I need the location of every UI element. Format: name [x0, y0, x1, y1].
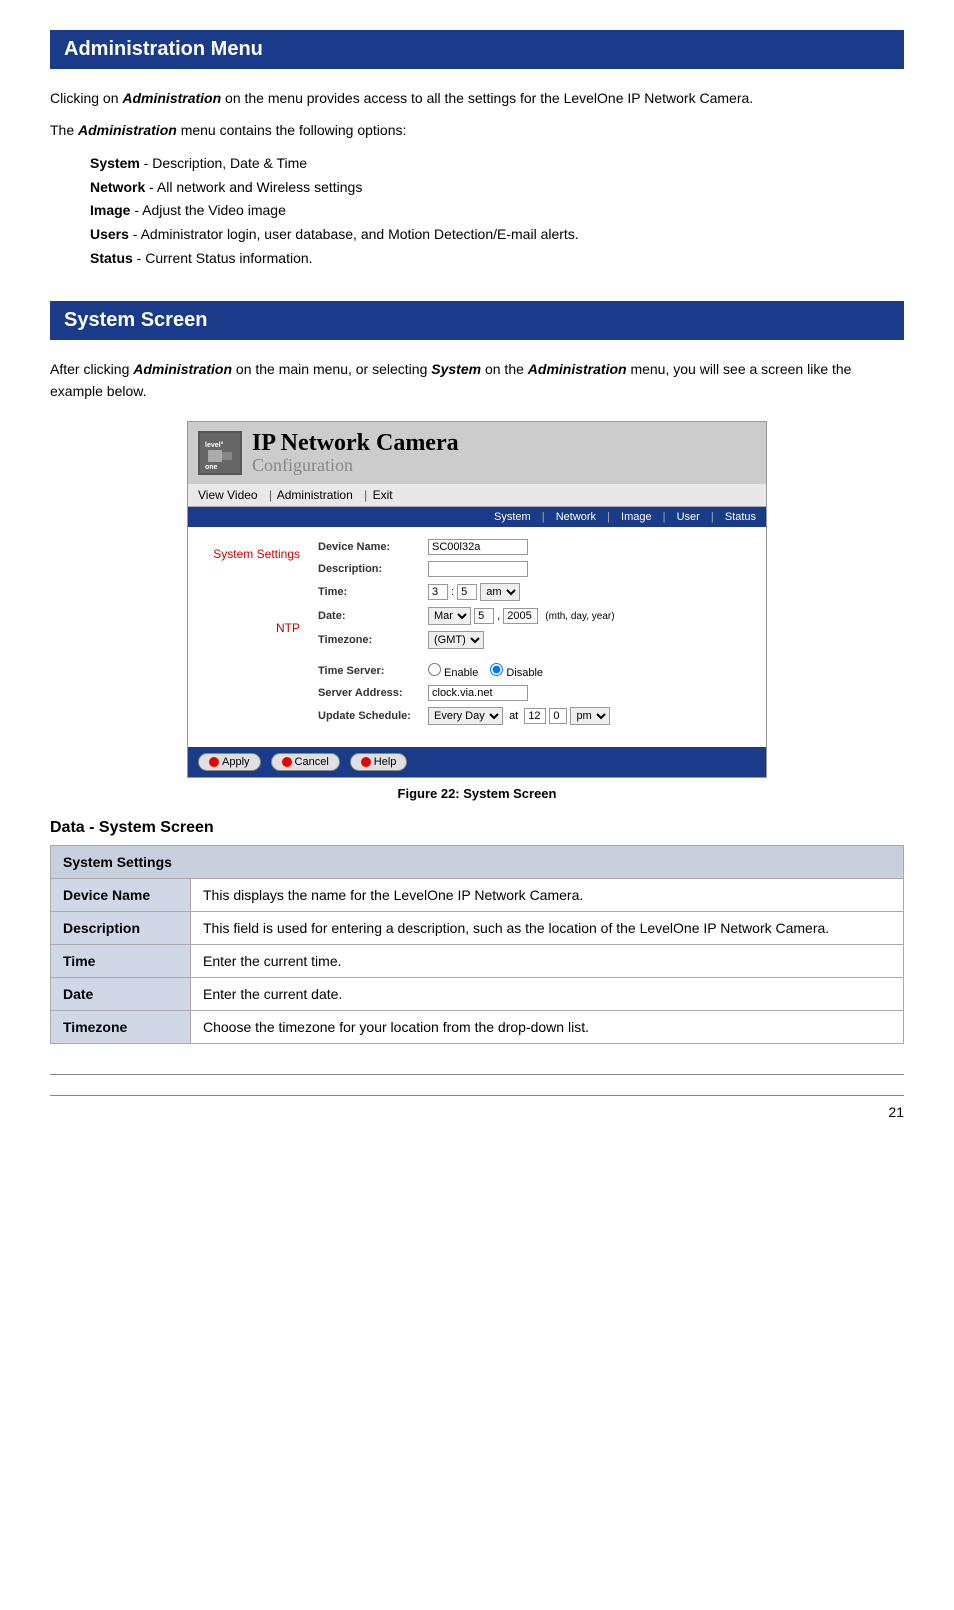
row-header-device-name: Device Name [51, 878, 191, 911]
table-section-header: System Settings [51, 845, 904, 878]
table-row: Description This field is used for enter… [51, 911, 904, 944]
update-minute-input[interactable] [549, 708, 567, 724]
admin-menu-list: System - Description, Date & Time Networ… [90, 152, 904, 271]
ntp-enable-radio[interactable] [428, 663, 441, 676]
figure-caption: Figure 22: System Screen [50, 786, 904, 801]
menu-item-users: Users - Administrator login, user databa… [90, 223, 904, 247]
server-address-input[interactable] [428, 685, 528, 701]
row-desc-description: This field is used for entering a descri… [191, 911, 904, 944]
table-row: Device Name This displays the name for t… [51, 878, 904, 911]
camera-logo: level° one [198, 431, 242, 475]
update-hour-input[interactable] [524, 708, 546, 724]
description-input[interactable] [428, 561, 528, 577]
form-row-device-name: Device Name: [318, 539, 756, 555]
row-header-timezone: Timezone [51, 1010, 191, 1043]
date-month-select[interactable]: Mar [428, 607, 471, 625]
camera-subnav-status[interactable]: Status [725, 511, 756, 523]
camera-nav-viewvideo[interactable]: View Video [198, 488, 258, 502]
camera-subnav-user[interactable]: User [677, 511, 700, 523]
time-ampm-select[interactable]: am pm [480, 583, 520, 601]
camera-nav[interactable]: View Video | Administration | Exit [188, 484, 766, 507]
cancel-button[interactable]: Cancel [271, 753, 340, 771]
camera-sidebar-system-settings[interactable]: System Settings [196, 547, 300, 561]
camera-nav-administration[interactable]: Administration [277, 488, 353, 502]
svg-text:level°: level° [205, 441, 224, 449]
camera-ui-header: level° one IP Network Camera Configurati… [188, 422, 766, 484]
data-section-title: Data - System Screen [50, 819, 904, 837]
date-day-input[interactable] [474, 608, 494, 624]
table-section-row: System Settings [51, 845, 904, 878]
camera-sidebar-ntp: NTP [196, 621, 300, 635]
table-row: Date Enter the current date. [51, 977, 904, 1010]
data-system-screen-table: System Settings Device Name This display… [50, 845, 904, 1044]
row-desc-timezone: Choose the timezone for your location fr… [191, 1010, 904, 1043]
row-desc-device-name: This displays the name for the LevelOne … [191, 878, 904, 911]
timezone-select[interactable]: (GMT) [428, 631, 484, 649]
svg-text:one: one [205, 464, 218, 471]
row-header-date: Date [51, 977, 191, 1010]
form-row-time-server: Time Server: Enable Disable [318, 663, 756, 679]
camera-subnav-image[interactable]: Image [621, 511, 652, 523]
time-hour-input[interactable] [428, 584, 448, 600]
camera-nav-exit[interactable]: Exit [373, 488, 393, 502]
menu-item-network: Network - All network and Wireless setti… [90, 176, 904, 200]
update-schedule-select[interactable]: Every Day [428, 707, 503, 725]
table-row: Time Enter the current time. [51, 944, 904, 977]
apply-button[interactable]: Apply [198, 753, 261, 771]
date-format-hint: (mth, day, year) [545, 611, 614, 622]
camera-title-block: IP Network Camera Configuration [252, 430, 459, 476]
camera-sub-nav: System | Network | Image | User | Status [188, 507, 766, 527]
form-row-server-address: Server Address: [318, 685, 756, 701]
camera-subnav-system[interactable]: System [494, 511, 531, 523]
update-ampm-select[interactable]: pmam [570, 707, 610, 725]
form-row-description: Description: [318, 561, 756, 577]
date-year-input[interactable] [503, 608, 538, 624]
menu-item-status: Status - Current Status information. [90, 247, 904, 271]
bottom-rule [50, 1074, 904, 1075]
ntp-disable-radio[interactable] [490, 663, 503, 676]
page-number: 21 [50, 1095, 904, 1120]
apply-icon [209, 757, 219, 767]
admin-intro-1: Clicking on Administration on the menu p… [50, 87, 904, 109]
row-desc-time: Enter the current time. [191, 944, 904, 977]
row-header-description: Description [51, 911, 191, 944]
row-desc-date: Enter the current date. [191, 977, 904, 1010]
menu-item-image: Image - Adjust the Video image [90, 199, 904, 223]
device-name-input[interactable] [428, 539, 528, 555]
camera-sidebar-ntp-link[interactable]: NTP [196, 621, 300, 635]
camera-footer: Apply Cancel Help [188, 747, 766, 777]
camera-sidebar: System Settings NTP [188, 527, 308, 747]
row-header-time: Time [51, 944, 191, 977]
menu-item-system: System - Description, Date & Time [90, 152, 904, 176]
camera-ui-screenshot: level° one IP Network Camera Configurati… [187, 421, 767, 778]
camera-form: Device Name: Description: Time: [308, 527, 766, 747]
form-row-time: Time: : am pm [318, 583, 756, 601]
table-row: Timezone Choose the timezone for your lo… [51, 1010, 904, 1043]
cancel-icon [282, 757, 292, 767]
help-button[interactable]: Help [350, 753, 408, 771]
camera-body: System Settings NTP Device Name: Descrip… [188, 527, 766, 747]
form-row-timezone: Timezone: (GMT) [318, 631, 756, 649]
system-screen-intro: After clicking Administration on the mai… [50, 358, 904, 403]
system-screen-section: System Screen After clicking Administrat… [50, 301, 904, 1044]
system-screen-header: System Screen [50, 301, 904, 340]
admin-menu-section: Administration Menu Clicking on Administ… [50, 30, 904, 271]
help-icon [361, 757, 371, 767]
camera-subnav-network[interactable]: Network [556, 511, 596, 523]
form-row-date: Date: Mar , (mth, day, year) [318, 607, 756, 625]
form-row-update-schedule: Update Schedule: Every Day at pmam [318, 707, 756, 725]
admin-menu-header: Administration Menu [50, 30, 904, 69]
time-minute-input[interactable] [457, 584, 477, 600]
admin-intro-2: The Administration menu contains the fol… [50, 119, 904, 141]
